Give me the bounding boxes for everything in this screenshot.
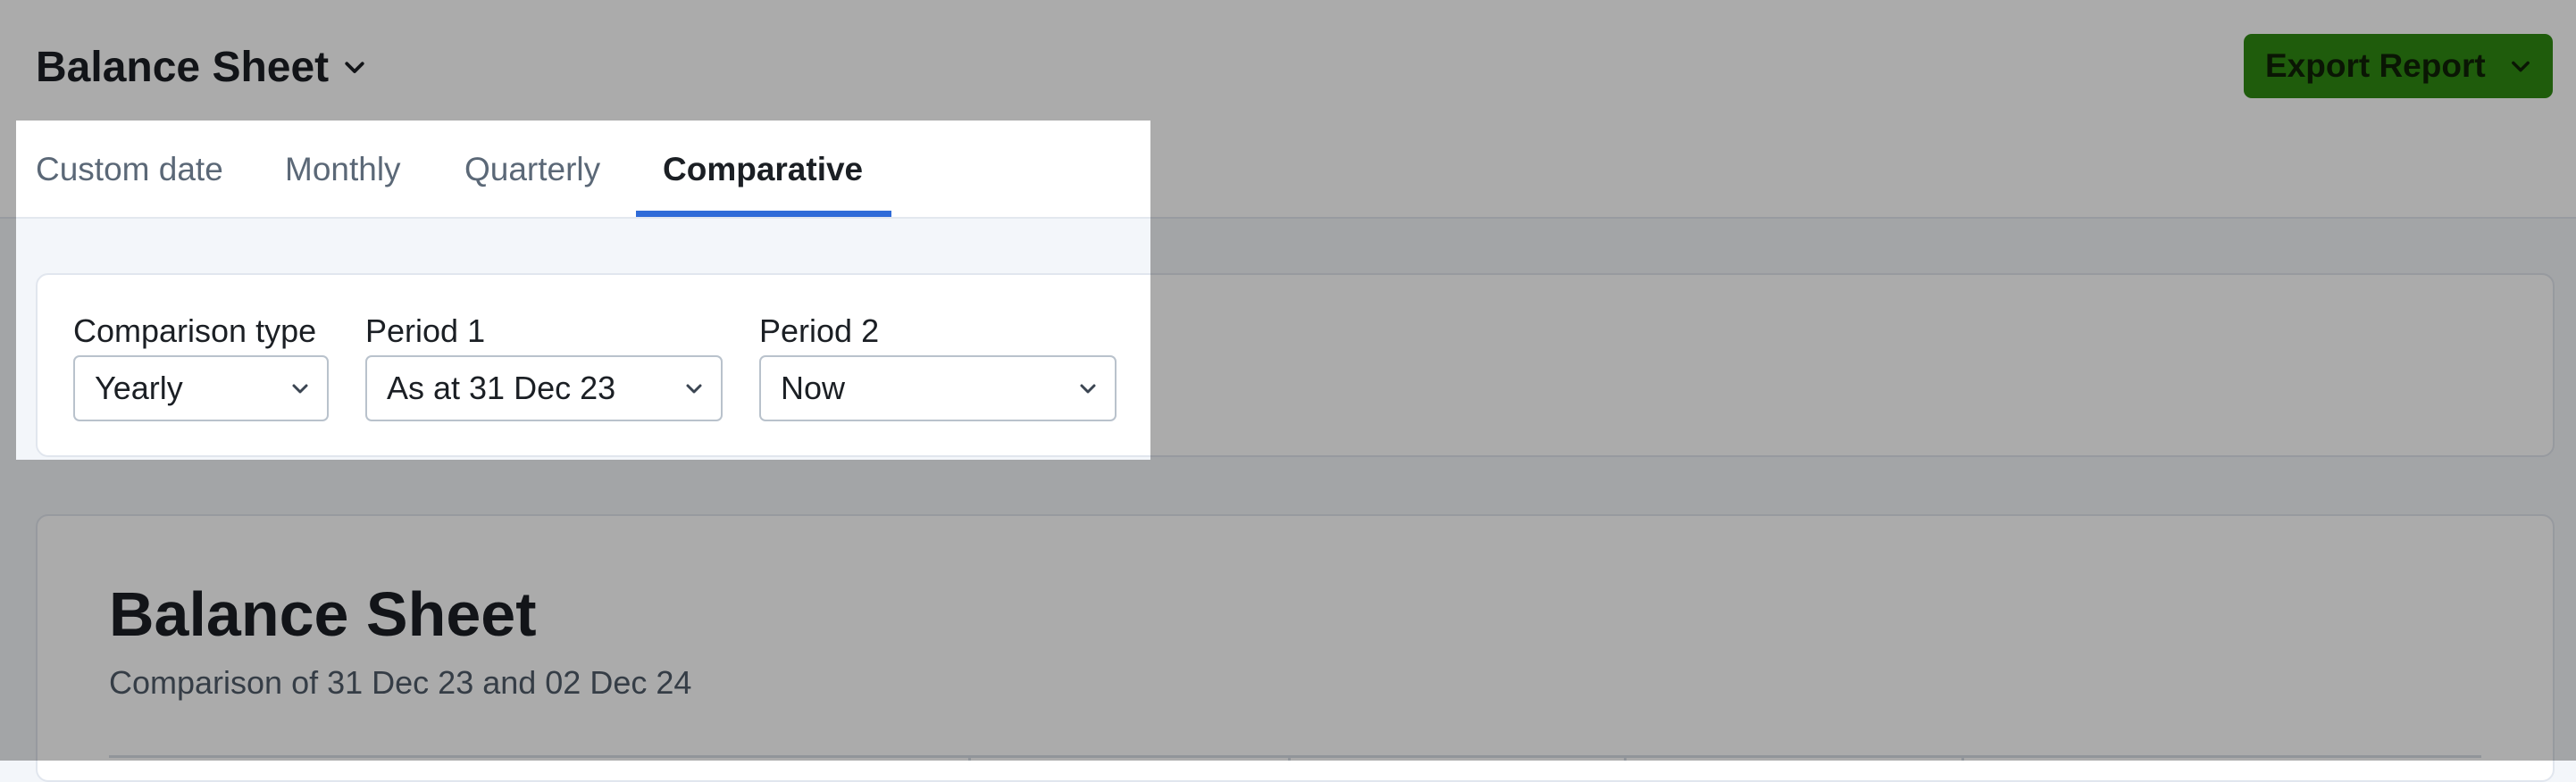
page-header: Balance Sheet Export Report [0,0,2576,121]
report-subtitle: Comparison of 31 Dec 23 and 02 Dec 24 [109,664,692,701]
chevron-down-icon [2512,61,2530,72]
period-1-value: As at 31 Dec 23 [387,370,616,406]
report-tabs: Custom date Monthly Quarterly Comparativ… [0,121,2576,219]
period-1-select[interactable]: As at 31 Dec 23 [365,355,723,421]
period-1-label: Period 1 [365,312,486,349]
chevron-down-icon [292,384,308,394]
comparison-type-label: Comparison type [73,312,317,349]
chevron-down-icon [345,62,364,73]
tab-quarterly[interactable]: Quarterly [464,121,600,219]
period-2-select[interactable]: Now [759,355,1117,421]
page-title: Balance Sheet [36,43,330,91]
tab-comparative[interactable]: Comparative [663,121,863,219]
report-heading: Balance Sheet [109,579,537,649]
tab-custom-date[interactable]: Custom date [36,121,223,219]
page: Balance Sheet Export Report Custom date … [0,0,2576,782]
chevron-down-icon [686,384,702,394]
comparison-type-select[interactable]: Yearly [73,355,329,421]
export-report-label: Export Report [2265,47,2486,84]
active-tab-indicator [636,211,891,217]
report-title-dropdown[interactable]: Balance Sheet [36,36,368,98]
export-report-button[interactable]: Export Report [2244,34,2553,98]
tab-monthly[interactable]: Monthly [285,121,401,219]
report-table-divider [109,755,2481,758]
period-2-value: Now [781,370,846,406]
chevron-down-icon [1080,384,1096,394]
comparison-type-value: Yearly [95,370,183,406]
period-2-label: Period 2 [759,312,880,349]
